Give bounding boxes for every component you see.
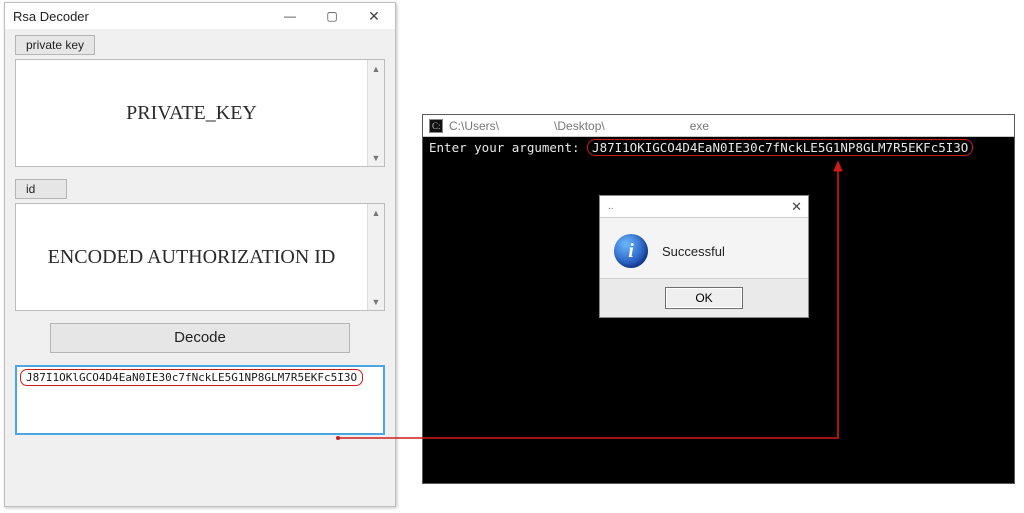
console-title-prefix: C:\Users\ (449, 119, 499, 133)
scrollbar[interactable]: ▲ ▼ (367, 60, 384, 166)
info-icon: i (614, 234, 648, 268)
rsa-decoder-window: Rsa Decoder — ▢ ✕ private key PRIVATE_KE… (4, 2, 396, 507)
scroll-up-icon[interactable]: ▲ (368, 204, 384, 221)
scroll-down-icon[interactable]: ▼ (368, 293, 384, 310)
dialog-ok-button[interactable]: OK (665, 287, 743, 309)
scroll-track[interactable] (368, 221, 384, 293)
scroll-track[interactable] (368, 77, 384, 149)
private-key-value[interactable]: PRIVATE_KEY (16, 60, 367, 166)
decoder-title: Rsa Decoder (13, 9, 269, 24)
id-textbox[interactable]: ENCODED AUTHORIZATION ID ▲ ▼ (15, 203, 385, 311)
private-key-label[interactable]: private key (15, 35, 95, 55)
message-dialog: .. ✕ i Successful OK (599, 195, 809, 318)
dialog-footer: OK (600, 278, 808, 317)
dialog-message: Successful (662, 244, 725, 259)
scroll-up-icon[interactable]: ▲ (368, 60, 384, 77)
console-titlebar[interactable]: C: C:\Users\ \Desktop\ exe (423, 115, 1014, 137)
result-value[interactable]: J87I1OKlGCO4D4EaN0IE30c7fNckLE5G1NP8GLM7… (20, 369, 363, 386)
decoder-body: private key PRIVATE_KEY ▲ ▼ id ENCODED A… (5, 29, 395, 445)
console-prompt: Enter your argument: (429, 140, 580, 155)
console-title-suffix: exe (690, 119, 709, 133)
console-argument: J87I1OKIGCO4D4EaN0IE30c7fNckLE5G1NP8GLM7… (587, 139, 973, 156)
console-body[interactable]: Enter your argument: J87I1OKIGCO4D4EaN0I… (423, 137, 1014, 483)
cmd-icon: C: (429, 119, 443, 133)
result-textbox[interactable]: J87I1OKlGCO4D4EaN0IE30c7fNckLE5G1NP8GLM7… (15, 365, 385, 435)
close-button[interactable]: ✕ (353, 3, 395, 29)
id-label[interactable]: id (15, 179, 67, 199)
console-title-mid: \Desktop\ (554, 119, 605, 133)
console-line: Enter your argument: J87I1OKIGCO4D4EaN0I… (429, 140, 1008, 155)
console-window: C: C:\Users\ \Desktop\ exe Enter your ar… (422, 114, 1015, 484)
scroll-down-icon[interactable]: ▼ (368, 149, 384, 166)
minimize-button[interactable]: — (269, 3, 311, 29)
decode-button[interactable]: Decode (50, 323, 350, 353)
id-value[interactable]: ENCODED AUTHORIZATION ID (16, 204, 367, 310)
maximize-button[interactable]: ▢ (311, 3, 353, 29)
window-controls: — ▢ ✕ (269, 3, 395, 29)
private-key-textbox[interactable]: PRIVATE_KEY ▲ ▼ (15, 59, 385, 167)
dialog-body: i Successful (600, 218, 808, 278)
svg-text:C:: C: (432, 121, 441, 131)
dialog-title-dots: .. (600, 201, 614, 212)
decoder-titlebar[interactable]: Rsa Decoder — ▢ ✕ (5, 3, 395, 29)
scrollbar[interactable]: ▲ ▼ (367, 204, 384, 310)
dialog-titlebar[interactable]: .. ✕ (600, 196, 808, 218)
dialog-close-button[interactable]: ✕ (791, 199, 802, 215)
